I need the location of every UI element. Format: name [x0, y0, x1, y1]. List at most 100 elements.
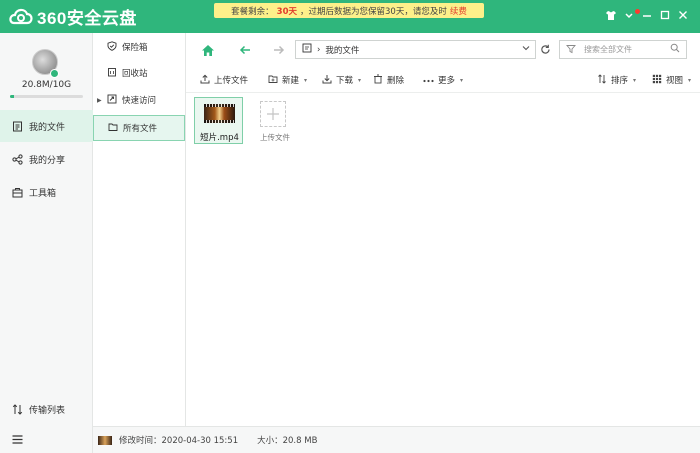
- quota-progress-bar: [10, 95, 83, 98]
- back-button[interactable]: [238, 43, 252, 57]
- download-label: 下载: [336, 76, 354, 86]
- tree-item-label: 所有文件: [123, 124, 158, 134]
- expand-arrow-icon[interactable]: ▶: [97, 97, 102, 104]
- transfer-icon: [12, 403, 23, 415]
- search-icon[interactable]: [670, 43, 680, 56]
- nav-my-shares-label: 我的分享: [29, 155, 66, 166]
- close-button[interactable]: [674, 6, 692, 24]
- nav-my-files[interactable]: 我的文件: [0, 110, 93, 142]
- status-bar: 修改时间：2020-04-30 15:51 大小：20.8 MB: [93, 426, 700, 453]
- tree-item-all-files[interactable]: 所有文件: [93, 115, 185, 141]
- nav-my-shares[interactable]: 我的分享: [0, 143, 93, 175]
- share-icon: [12, 153, 23, 165]
- search-placeholder: 搜索全部文件: [584, 45, 632, 54]
- sort-label: 排序: [611, 76, 629, 86]
- nav-transfer-list-label: 传输列表: [29, 405, 66, 416]
- video-thumbnail: [204, 104, 235, 123]
- subscription-notice: 套餐剩余： 30天 ，过期后数据为您保留30天，请您及时 续费: [214, 3, 484, 18]
- maximize-button[interactable]: [656, 6, 674, 24]
- download-button[interactable]: 下载 ▾: [322, 73, 361, 87]
- app-logo: 360安全云盘: [8, 5, 137, 28]
- storage-quota: 20.8M/10G: [21, 80, 72, 90]
- menu-chevron-icon[interactable]: [620, 6, 638, 24]
- renew-link[interactable]: 续费: [450, 5, 467, 17]
- tree-item-label: 保险箱: [122, 43, 148, 53]
- file-toolbar: 上传文件 新建 ▾ 下载 ▾ 删除 更多 ▾ 排序 ▾ 视图 ▾: [186, 66, 700, 93]
- file-item[interactable]: 短片.mp4: [194, 97, 243, 144]
- address-bar[interactable]: › 我的文件: [295, 40, 536, 59]
- more-dropdown-caret-icon[interactable]: ▾: [460, 77, 463, 84]
- hamburger-menu-icon: [12, 434, 23, 445]
- breadcrumb-current[interactable]: 我的文件: [325, 44, 359, 56]
- quota-progress-fill: [10, 95, 14, 98]
- nav-toolbox[interactable]: 工具箱: [0, 176, 93, 208]
- modified-time: 修改时间：2020-04-30 15:51: [119, 436, 239, 446]
- breadcrumb-separator: ›: [317, 44, 321, 55]
- plus-icon[interactable]: [260, 101, 286, 127]
- new-folder-icon: [268, 74, 278, 87]
- delete-label: 删除: [387, 76, 405, 86]
- view-label: 视图: [666, 76, 684, 86]
- sort-button[interactable]: 排序 ▾: [597, 73, 636, 87]
- main-content: › 我的文件 搜索全部文件 上传文件 新建 ▾ 下载 ▾ 删除 更多 ▾ 排序 …: [186, 33, 700, 426]
- quick-access-icon: [107, 94, 117, 107]
- title-bar: 360安全云盘 套餐剩余： 30天 ，过期后数据为您保留30天，请您及时 续费: [0, 0, 700, 33]
- trash-icon: [373, 74, 383, 87]
- upload-file-card[interactable]: 上传文件: [257, 97, 293, 144]
- upload-card-label: 上传文件: [260, 133, 290, 142]
- folder-icon: [108, 122, 118, 135]
- trash-icon: [107, 67, 117, 80]
- nav-transfer-list[interactable]: 传输列表: [0, 398, 93, 420]
- download-dropdown-caret-icon[interactable]: ▾: [358, 77, 361, 84]
- chevron-down-icon[interactable]: [522, 44, 530, 54]
- notice-days: 30天: [276, 6, 297, 17]
- notice-prefix: 套餐剩余：: [231, 6, 274, 17]
- grid-view-icon: [652, 74, 662, 87]
- address-row: › 我的文件 搜索全部文件: [186, 33, 700, 66]
- toolbox-icon: [12, 187, 23, 198]
- minimize-button[interactable]: [638, 6, 656, 24]
- download-icon: [322, 74, 332, 87]
- tree-item-label: 快速访问: [122, 96, 157, 106]
- refresh-button[interactable]: [538, 40, 553, 59]
- tree-item-quick-access[interactable]: ▶ 快速访问: [93, 89, 185, 111]
- sort-dropdown-caret-icon[interactable]: ▾: [633, 77, 636, 84]
- search-input[interactable]: 搜索全部文件: [559, 40, 687, 59]
- folder-path-icon: [302, 43, 312, 56]
- nav-my-files-label: 我的文件: [29, 122, 66, 133]
- cloud-logo-icon: [9, 8, 33, 25]
- upload-label: 上传文件: [214, 76, 249, 86]
- more-label: 更多: [438, 76, 456, 86]
- more-dots-icon: [423, 75, 434, 86]
- new-label: 新建: [282, 76, 300, 86]
- upload-button[interactable]: 上传文件: [200, 73, 248, 87]
- notice-message: ，过期后数据为您保留30天，请您及时: [300, 6, 447, 17]
- tree-item-label: 回收站: [122, 69, 148, 79]
- tree-item-safe-box[interactable]: 保险箱: [93, 36, 185, 58]
- home-button[interactable]: [201, 43, 215, 57]
- forward-button[interactable]: [272, 43, 286, 57]
- file-name: 短片.mp4: [200, 133, 239, 143]
- more-button[interactable]: 更多 ▾: [423, 73, 463, 87]
- new-dropdown-caret-icon[interactable]: ▾: [304, 77, 307, 84]
- folder-tree: 保险箱 回收站 ▶ 快速访问 所有文件: [93, 33, 186, 426]
- file-size: 大小：20.8 MB: [257, 436, 318, 446]
- document-icon: [12, 121, 23, 132]
- new-button[interactable]: 新建 ▾: [268, 73, 307, 87]
- nav-toolbox-label: 工具箱: [29, 188, 57, 199]
- left-navigation: 20.8M/10G 我的文件 我的分享 工具箱 传输列表: [0, 33, 93, 453]
- app-title: 360安全云盘: [37, 8, 137, 28]
- window-controls: [602, 6, 692, 24]
- sort-icon: [597, 73, 607, 87]
- avatar-badge: [50, 69, 59, 78]
- tree-item-recycle-bin[interactable]: 回收站: [93, 62, 185, 84]
- selected-file-thumbnail: [98, 435, 112, 445]
- upload-icon: [200, 74, 210, 87]
- delete-button[interactable]: 删除: [373, 73, 404, 87]
- main-menu-button[interactable]: [0, 428, 93, 450]
- shield-icon: [107, 40, 117, 54]
- skin-icon[interactable]: [602, 6, 620, 24]
- filter-icon[interactable]: [566, 44, 576, 57]
- view-dropdown-caret-icon[interactable]: ▾: [688, 77, 691, 84]
- view-button[interactable]: 视图 ▾: [652, 73, 691, 87]
